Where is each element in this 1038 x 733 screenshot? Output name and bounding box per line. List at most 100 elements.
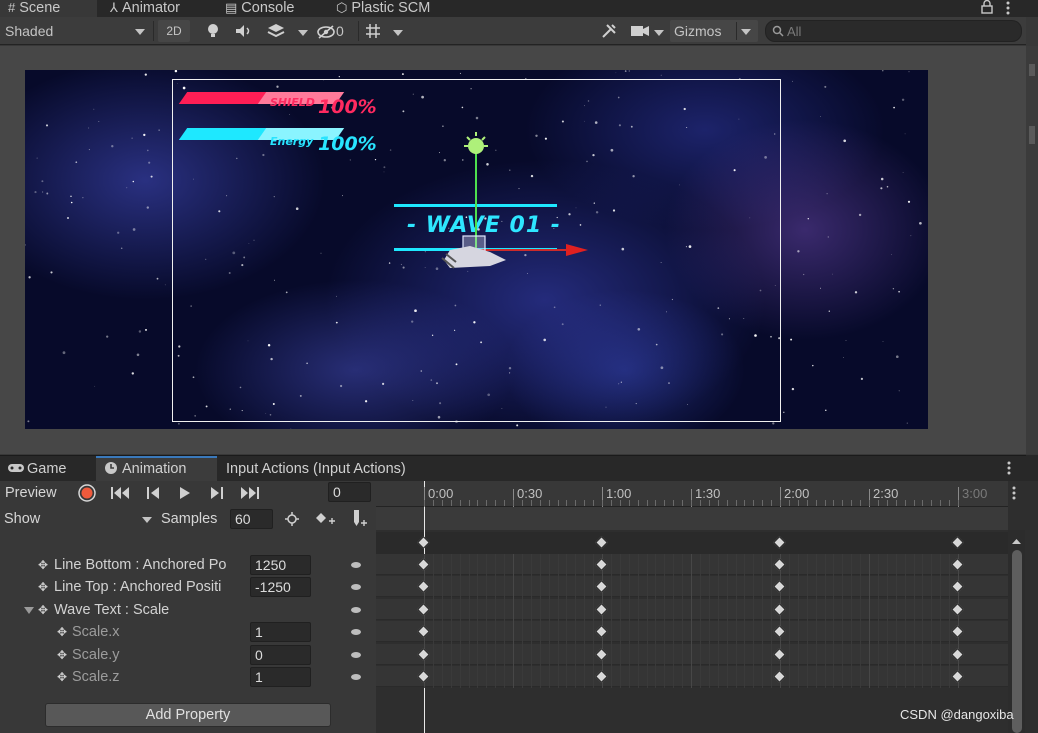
property-value[interactable]: 1 bbox=[250, 667, 311, 687]
effects-dropdown[interactable] bbox=[293, 20, 313, 42]
hidden-objects-toggle[interactable]: 0 bbox=[316, 20, 356, 42]
scene-scrollbar[interactable] bbox=[1026, 46, 1038, 454]
property-options-button[interactable] bbox=[351, 674, 361, 680]
ruler-minor-tick bbox=[788, 500, 790, 506]
grid-line bbox=[824, 554, 826, 688]
hidden-count: 0 bbox=[336, 23, 344, 39]
more-menu-icon[interactable] bbox=[1006, 461, 1012, 475]
clock-icon bbox=[105, 462, 117, 474]
tab-input-actions[interactable]: Input Actions (Input Actions) bbox=[226, 457, 406, 482]
grid-line bbox=[504, 554, 506, 688]
frame-field[interactable]: 0 bbox=[328, 482, 371, 502]
add-keyframe-button[interactable] bbox=[313, 508, 337, 530]
tab-plastic-scm[interactable]: ⬡ Plastic SCM bbox=[336, 0, 430, 17]
property-value[interactable]: -1250 bbox=[250, 577, 311, 597]
gizmos-dropdown[interactable]: Gizmos bbox=[670, 20, 758, 42]
ruler-minor-tick bbox=[753, 500, 755, 506]
star bbox=[66, 216, 70, 220]
grid-snapping-toggle[interactable] bbox=[362, 20, 384, 42]
camera-dropdown[interactable] bbox=[652, 20, 666, 42]
more-menu-icon[interactable] bbox=[1005, 1, 1011, 15]
property-row[interactable]: ✥ Scale.x 1 bbox=[0, 621, 376, 643]
property-row[interactable]: ✥ Wave Text : Scale bbox=[0, 599, 376, 621]
add-event-snap-button[interactable] bbox=[281, 508, 303, 530]
star bbox=[772, 422, 775, 425]
ruler-minor-tick bbox=[575, 500, 577, 506]
play-button[interactable] bbox=[172, 482, 198, 504]
ruler-minor-tick bbox=[539, 500, 541, 506]
star bbox=[41, 180, 44, 183]
property-label: Scale.z bbox=[72, 669, 120, 685]
search-input[interactable]: All bbox=[765, 20, 1022, 42]
tab-scene[interactable]: # Scene bbox=[8, 0, 60, 17]
clip-dropdown[interactable]: Show bbox=[0, 508, 155, 530]
prev-keyframe-button[interactable] bbox=[140, 482, 166, 504]
property-value[interactable]: 0 bbox=[250, 645, 311, 665]
more-menu-icon[interactable] bbox=[1011, 486, 1017, 500]
star bbox=[132, 180, 135, 183]
grid-line bbox=[575, 554, 577, 688]
ruler-minor-tick bbox=[744, 500, 746, 506]
add-property-button[interactable]: Add Property bbox=[45, 703, 331, 727]
star bbox=[828, 310, 830, 312]
property-options-button[interactable] bbox=[351, 652, 361, 658]
property-options-button[interactable] bbox=[351, 629, 361, 635]
tab-console[interactable]: ▤ Console bbox=[225, 0, 295, 17]
ruler-minor-tick bbox=[940, 500, 942, 506]
grid-line bbox=[886, 554, 888, 688]
add-event-button[interactable] bbox=[346, 508, 370, 530]
preview-toggle[interactable]: Preview bbox=[0, 482, 72, 504]
last-keyframe-button[interactable] bbox=[236, 482, 264, 504]
first-keyframe-button[interactable] bbox=[106, 482, 134, 504]
chevron-down-icon bbox=[654, 30, 664, 36]
events-row[interactable] bbox=[376, 507, 1008, 530]
draw-mode-dropdown[interactable]: Shaded bbox=[0, 20, 150, 42]
tab-game[interactable]: Game bbox=[8, 457, 67, 482]
scrollbar-thumb[interactable] bbox=[1029, 126, 1035, 144]
camera-button[interactable] bbox=[628, 20, 652, 42]
star bbox=[28, 276, 31, 279]
effects-toggle[interactable] bbox=[262, 20, 290, 42]
property-options-button[interactable] bbox=[351, 562, 361, 568]
scrollbar-thumb[interactable] bbox=[1029, 64, 1035, 76]
samples-field[interactable]: 60 bbox=[230, 509, 273, 529]
grid-line bbox=[815, 554, 817, 688]
property-options-button[interactable] bbox=[351, 584, 361, 590]
star bbox=[826, 193, 828, 195]
star bbox=[845, 339, 847, 341]
ruler-minor-tick bbox=[602, 500, 603, 506]
ruler-minor-tick bbox=[771, 500, 773, 506]
star bbox=[783, 411, 785, 414]
grid-line bbox=[833, 554, 835, 688]
property-row[interactable]: ✥ Line Top : Anchored Positi -1250 bbox=[0, 576, 376, 598]
star bbox=[120, 247, 123, 249]
ruler-minor-tick bbox=[780, 500, 781, 506]
audio-toggle[interactable] bbox=[230, 20, 258, 42]
summary-row[interactable] bbox=[376, 532, 1008, 554]
star bbox=[882, 70, 884, 72]
move-gizmo[interactable] bbox=[430, 128, 600, 278]
grid-line bbox=[877, 554, 879, 688]
property-row[interactable]: ✥ Scale.y 0 bbox=[0, 644, 376, 666]
ruler-label: 2:00 bbox=[784, 486, 810, 501]
ruler-label: 0:00 bbox=[428, 486, 454, 501]
grid-line bbox=[432, 554, 434, 688]
property-value[interactable]: 1250 bbox=[250, 555, 311, 575]
toggle-2d-button[interactable]: 2D bbox=[158, 20, 190, 42]
property-row[interactable]: ✥ Line Bottom : Anchored Po 1250 bbox=[0, 554, 376, 576]
scrollbar-thumb[interactable] bbox=[1012, 550, 1022, 733]
property-options-button[interactable] bbox=[351, 607, 361, 613]
property-row[interactable]: ✥ Scale.z 1 bbox=[0, 666, 376, 688]
tools-button[interactable] bbox=[596, 20, 622, 42]
property-label: Scale.x bbox=[72, 624, 120, 640]
record-button[interactable] bbox=[74, 482, 100, 504]
expand-arrow-icon[interactable] bbox=[24, 607, 34, 614]
grid-dropdown[interactable] bbox=[388, 20, 408, 42]
tab-animation[interactable]: Animation bbox=[104, 457, 186, 482]
next-keyframe-button[interactable] bbox=[204, 482, 230, 504]
grid-line bbox=[842, 554, 844, 688]
lighting-toggle[interactable] bbox=[199, 20, 227, 42]
property-value[interactable]: 1 bbox=[250, 622, 311, 642]
lock-icon[interactable] bbox=[981, 0, 993, 14]
tab-animator[interactable]: ⅄ Animator bbox=[110, 0, 180, 17]
